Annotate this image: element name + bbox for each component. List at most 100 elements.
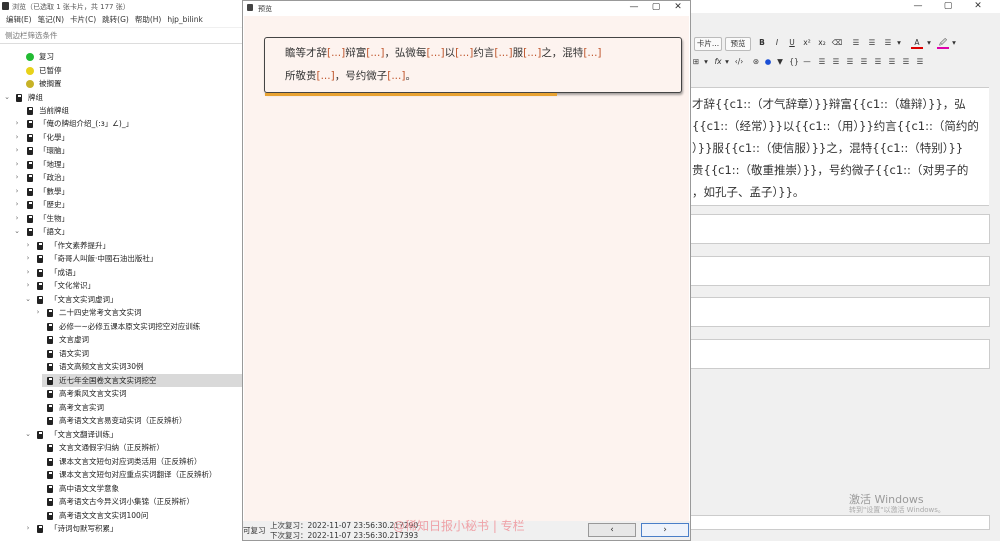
main-close-button[interactable]: ✕ [964,0,992,13]
triangle-down-icon[interactable]: ▼ [775,56,785,68]
link-icon[interactable]: ⊛ [750,56,762,68]
chevron-right-icon[interactable]: › [13,117,21,130]
sidebar-deck-item[interactable]: › 「成语」 [0,266,242,279]
format-icon[interactable]: ☰ [900,56,912,68]
subscript-icon[interactable]: x₂ [816,37,828,49]
indent-icon[interactable]: ☰ [872,56,884,68]
sidebar-deck-item[interactable]: 高中语文文学意象 [0,482,242,495]
blue-dot-icon[interactable]: ● [763,56,773,68]
sidebar-deck-item[interactable]: › 「诗词句默写积累」 [0,522,242,535]
cloze-icon[interactable]: {} [787,56,801,68]
highlight-icon[interactable]: 🖉 [937,37,949,49]
chevron-right-icon[interactable]: › [13,198,21,211]
outdent-icon[interactable]: ☰ [886,56,898,68]
main-maximize-button[interactable]: ▢ [934,0,962,13]
search-input[interactable] [690,515,990,530]
chevron-right-icon[interactable]: › [13,212,21,225]
text-color-icon[interactable]: A [911,37,923,49]
table-icon[interactable]: ⊞ [690,56,702,68]
text-field[interactable] [690,256,990,286]
next-card-button[interactable]: › [641,523,689,537]
format-icon[interactable]: ☰ [914,56,926,68]
sidebar-deck-item[interactable]: › 「環脑」 [0,144,242,157]
sidebar-deck-item[interactable]: 语文高频文言文实词30例 [0,360,242,373]
sidebar-deck-item[interactable]: › 「政治」 [0,171,242,184]
chevron-down-icon[interactable]: ▾ [702,56,710,68]
card-template-button[interactable]: 卡片... [694,37,722,51]
chevron-right-icon[interactable]: › [13,171,21,184]
sidebar-item-buried[interactable]: 被搁置 [0,77,242,90]
chevron-right-icon[interactable]: › [24,522,32,535]
align-center-icon[interactable]: ☰ [830,56,842,68]
chevron-down-icon[interactable]: ▾ [895,37,903,49]
main-minimize-button[interactable]: — [904,0,932,13]
align-icon[interactable]: ☰ [882,37,894,49]
horizontal-rule-icon[interactable]: — [802,56,812,68]
text-field[interactable] [690,297,990,327]
sidebar-deck-item[interactable]: › 「化學」 [0,131,242,144]
text-field[interactable] [690,214,990,244]
sidebar-deck-item[interactable]: 高考文言实词 [0,401,242,414]
underline-icon[interactable]: U [786,37,798,49]
sidebar-deck-wenyan[interactable]: ⌄ 「文言文实词虚词」 [0,293,242,306]
sidebar-item-review[interactable]: 复习 [0,50,242,63]
sidebar-item-suspended[interactable]: 已暂停 [0,64,242,77]
eraser-icon[interactable]: ⌫ [831,37,843,49]
sidebar-deck-chinese[interactable]: ⌄ 「語文」 [0,225,242,238]
sidebar-deck-item[interactable]: › 「文化常识」 [0,279,242,292]
align-justify-icon[interactable]: ☰ [858,56,870,68]
chevron-down-icon[interactable]: ⌄ [24,293,32,306]
sidebar-filter-input[interactable] [3,30,237,41]
sidebar-deck-item[interactable]: 文言虚词 [0,333,242,346]
prev-card-button[interactable]: ‹ [588,523,636,537]
sidebar-deck-item[interactable]: 高考乘风文言文实词 [0,387,242,400]
sidebar-deck-item[interactable]: 高考语文古今异义词小集锦（正反辨析） [0,495,242,508]
chevron-right-icon[interactable]: › [13,131,21,144]
sidebar-deck-item[interactable]: › 「作文素养提升」 [0,239,242,252]
menu-go[interactable]: 跳转(G) [102,13,129,27]
sidebar-deck-item[interactable]: › 「俺の牌组介绍_(:з」∠)_」 [0,117,242,130]
preview-close-button[interactable]: ✕ [664,1,692,14]
bold-icon[interactable]: B [756,37,768,49]
menu-cards[interactable]: 卡片(C) [70,13,96,27]
text-field[interactable] [690,339,990,369]
sidebar-deck-item[interactable]: › 二十四史常考文言文实词 [0,306,242,319]
sidebar-deck-item[interactable]: 必修一~必修五课本原文实词挖空对应训练 [0,320,242,333]
menu-edit[interactable]: 编辑(E) [6,13,32,27]
align-left-icon[interactable]: ☰ [816,56,828,68]
sidebar-deck-item[interactable]: 高考语文文言易变动实词（正反辨析） [0,414,242,427]
chevron-right-icon[interactable]: › [13,158,21,171]
unordered-list-icon[interactable]: ☰ [850,37,862,49]
chevron-down-icon[interactable]: ⌄ [3,91,11,104]
sidebar-deck-item[interactable]: › 「數學」 [0,185,242,198]
sidebar-deck-item[interactable]: › 「歷史」 [0,198,242,211]
sidebar-deck-item[interactable]: 课本文言文短句对应重点实词翻译（正反辨析） [0,468,242,481]
sidebar-deck-item-selected[interactable]: 近七年全国卷文言文实词挖空 [42,374,242,387]
sidebar-deck-item[interactable]: › 「生物」 [0,212,242,225]
italic-icon[interactable]: I [771,37,783,49]
chevron-down-icon[interactable]: ▾ [950,37,958,49]
sidebar-deck-item[interactable]: › 「地理」 [0,158,242,171]
chevron-down-icon[interactable]: ▾ [925,37,933,49]
chevron-down-icon[interactable]: ⌄ [13,225,21,238]
ordered-list-icon[interactable]: ☰ [866,37,878,49]
sidebar-deck-item[interactable]: 高考语文文言文实词100问 [0,509,242,522]
chevron-right-icon[interactable]: › [24,252,32,265]
text-field-main[interactable]: 才辞{{c1::（才气辞章）}}辩富{{c1::（雄辩）}}，弘 {{c1::（… [690,87,989,206]
menu-hjp-bilink[interactable]: hjp_bilink [167,13,202,27]
sidebar-deck-item[interactable]: 课本文言文短句对应词类活用（正反辨析） [0,455,242,468]
chevron-down-icon[interactable]: ▾ [723,56,731,68]
sidebar-deck-item[interactable]: › 「奇哥人叫飯·中國石油出版社」 [0,252,242,265]
chevron-right-icon[interactable]: › [24,279,32,292]
html-icon[interactable]: ‹/› [732,56,746,68]
menu-help[interactable]: 帮助(H) [135,13,162,27]
preview-button[interactable]: 预览 [725,37,751,51]
sidebar-item-decks[interactable]: ⌄ 牌组 [0,91,242,104]
chevron-right-icon[interactable]: › [24,266,32,279]
chevron-right-icon[interactable]: › [13,144,21,157]
superscript-icon[interactable]: x² [801,37,813,49]
sidebar-deck-item[interactable]: 文言文通假字归纳（正反辨析） [0,441,242,454]
sidebar-item-current-deck[interactable]: 当前牌组 [0,104,242,117]
sidebar-deck-fanyi[interactable]: ⌄ 「文言文翻译训练」 [0,428,242,441]
chevron-right-icon[interactable]: › [34,306,42,319]
